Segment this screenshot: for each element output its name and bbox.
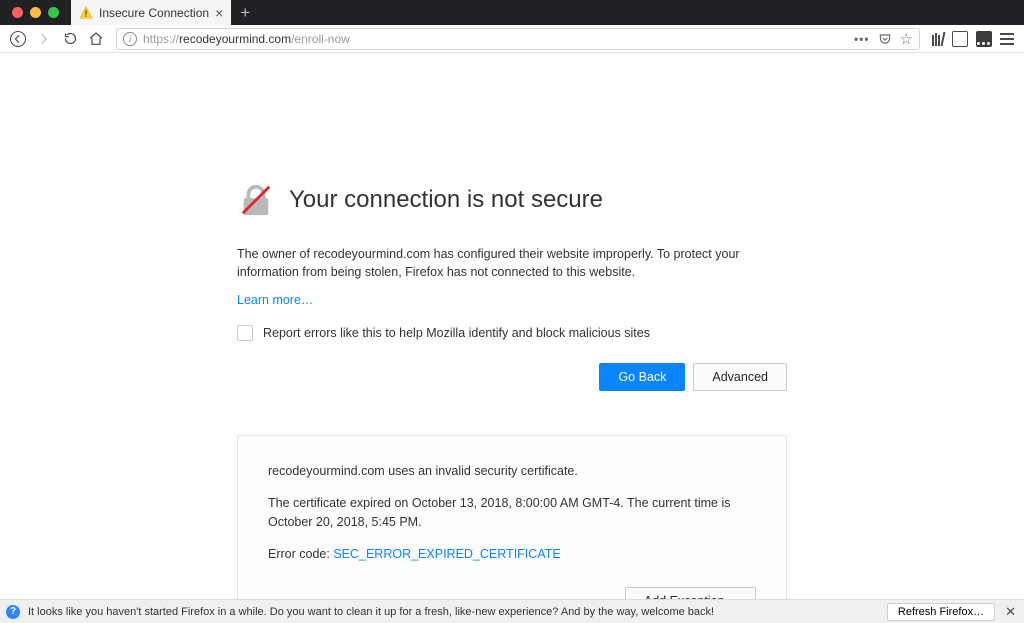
advanced-button[interactable]: Advanced: [693, 363, 787, 391]
error-code-line: Error code: SEC_ERROR_EXPIRED_CERTIFICAT…: [268, 545, 756, 563]
window-controls: [0, 0, 71, 25]
app-menu-button[interactable]: [1000, 33, 1014, 45]
error-title: Your connection is not secure: [289, 186, 603, 214]
toolbar-right: [928, 31, 1018, 47]
reload-button[interactable]: [58, 27, 82, 51]
tab-strip: Insecure Connection × +: [0, 0, 1024, 25]
minimize-window-button[interactable]: [30, 7, 41, 18]
error-container: Your connection is not secure The owner …: [237, 183, 787, 599]
new-tab-button[interactable]: +: [231, 0, 259, 25]
page-content: Your connection is not secure The owner …: [0, 53, 1024, 599]
browser-tab[interactable]: Insecure Connection ×: [71, 0, 231, 25]
go-back-button[interactable]: Go Back: [599, 363, 685, 391]
site-info-icon[interactable]: i: [123, 32, 137, 46]
pocket-icon[interactable]: [878, 32, 892, 46]
error-description: The owner of recodeyourmind.com has conf…: [237, 245, 787, 281]
home-button[interactable]: [84, 27, 108, 51]
report-errors-label: Report errors like this to help Mozilla …: [263, 326, 650, 340]
nav-toolbar: i https://recodeyourmind.com/enroll-now …: [0, 25, 1024, 53]
library-icon[interactable]: [932, 32, 944, 46]
error-code-link[interactable]: SEC_ERROR_EXPIRED_CERTIFICATE: [333, 547, 560, 561]
bookmark-star-icon[interactable]: ☆: [900, 30, 913, 48]
add-exception-button[interactable]: Add Exception…: [625, 587, 756, 599]
info-icon: ?: [6, 605, 20, 619]
error-details-panel: recodeyourmind.com uses an invalid secur…: [237, 435, 787, 599]
tab-title: Insecure Connection: [99, 6, 209, 20]
forward-button[interactable]: [32, 27, 56, 51]
notification-bar: ? It looks like you haven't started Fire…: [0, 599, 1024, 623]
notification-message: It looks like you haven't started Firefo…: [28, 606, 714, 618]
details-line-2: The certificate expired on October 13, 2…: [268, 494, 756, 530]
tab-close-button[interactable]: ×: [215, 5, 223, 21]
page-actions-button[interactable]: •••: [854, 32, 870, 46]
extension-icon[interactable]: [976, 31, 992, 47]
details-line-1: recodeyourmind.com uses an invalid secur…: [268, 462, 756, 480]
notification-close-button[interactable]: ✕: [1003, 604, 1018, 620]
close-window-button[interactable]: [12, 7, 23, 18]
url-text: https://recodeyourmind.com/enroll-now: [143, 32, 848, 46]
back-button[interactable]: [6, 27, 30, 51]
learn-more-link[interactable]: Learn more…: [237, 293, 313, 307]
insecure-lock-icon: [237, 183, 275, 217]
refresh-firefox-button[interactable]: Refresh Firefox…: [887, 603, 995, 621]
report-errors-checkbox[interactable]: [237, 325, 253, 341]
sidebar-icon[interactable]: [952, 31, 968, 47]
report-errors-row: Report errors like this to help Mozilla …: [237, 325, 787, 341]
zoom-window-button[interactable]: [48, 7, 59, 18]
warning-icon: [79, 6, 93, 20]
url-bar[interactable]: i https://recodeyourmind.com/enroll-now …: [116, 28, 920, 50]
